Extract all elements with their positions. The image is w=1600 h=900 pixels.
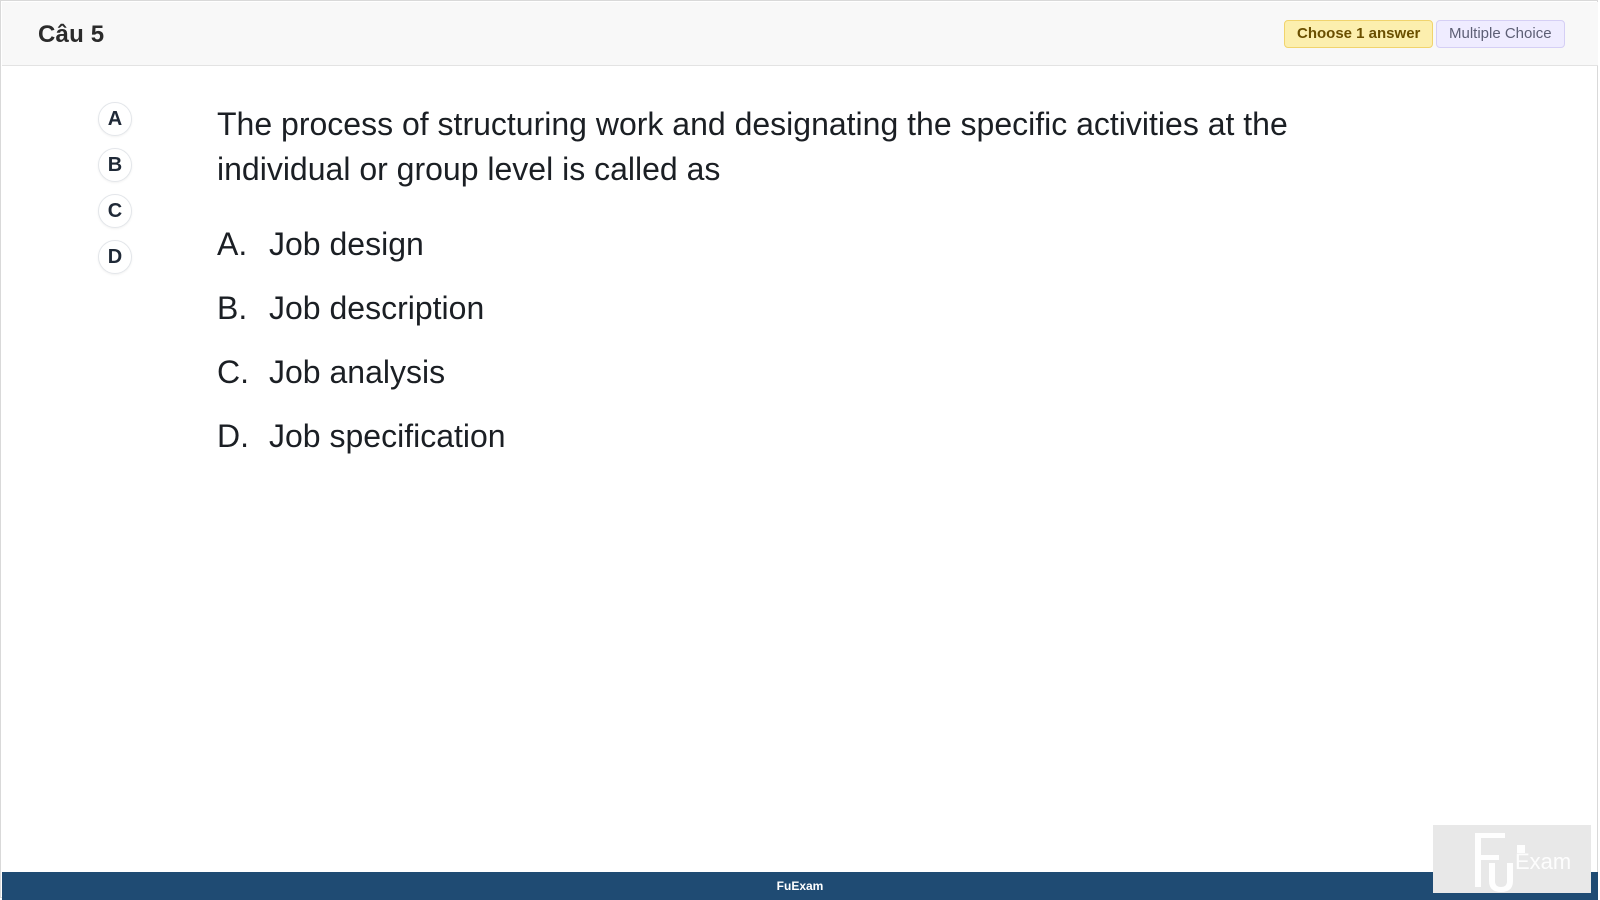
svg-text:Exam: Exam — [1515, 849, 1571, 874]
page-frame: Câu 5 Choose 1 answer Multiple Choice A … — [0, 0, 1598, 900]
answer-selector: A B C D — [98, 102, 134, 286]
question-text: The process of structuring work and desi… — [217, 106, 1288, 187]
question-type-badge: Multiple Choice — [1436, 20, 1565, 48]
footer-bar: FuExam — [2, 872, 1598, 900]
fuexam-watermark: Exam — [1433, 825, 1591, 893]
option-c: C. Job analysis — [217, 340, 1117, 404]
option-text: Job description — [269, 289, 485, 326]
answer-button-a[interactable]: A — [98, 102, 132, 136]
option-text: Job specification — [269, 417, 506, 454]
option-letter: B. — [217, 289, 248, 326]
choose-answer-badge: Choose 1 answer — [1284, 20, 1434, 48]
answer-button-d[interactable]: D — [98, 240, 132, 274]
option-d: D. Job specification — [217, 404, 1117, 468]
footer-brand: FuExam — [776, 879, 824, 893]
option-b: B. Job description — [217, 276, 1117, 340]
question-header: Câu 5 Choose 1 answer Multiple Choice — [2, 2, 1598, 66]
answer-button-b[interactable]: B — [98, 148, 132, 182]
option-text: Job analysis — [269, 353, 446, 390]
option-a: A. Job design — [217, 212, 1117, 276]
answer-button-c[interactable]: C — [98, 194, 132, 228]
option-letter: C. — [217, 353, 249, 390]
question-number-title: Câu 5 — [38, 21, 105, 48]
option-text: Job design — [269, 225, 424, 262]
option-letter: A. — [217, 225, 248, 262]
fuexam-logo-icon: Exam — [1433, 825, 1591, 893]
option-list: A. Job design B. Job description C. Job … — [217, 212, 1117, 468]
option-letter: D. — [217, 417, 249, 454]
